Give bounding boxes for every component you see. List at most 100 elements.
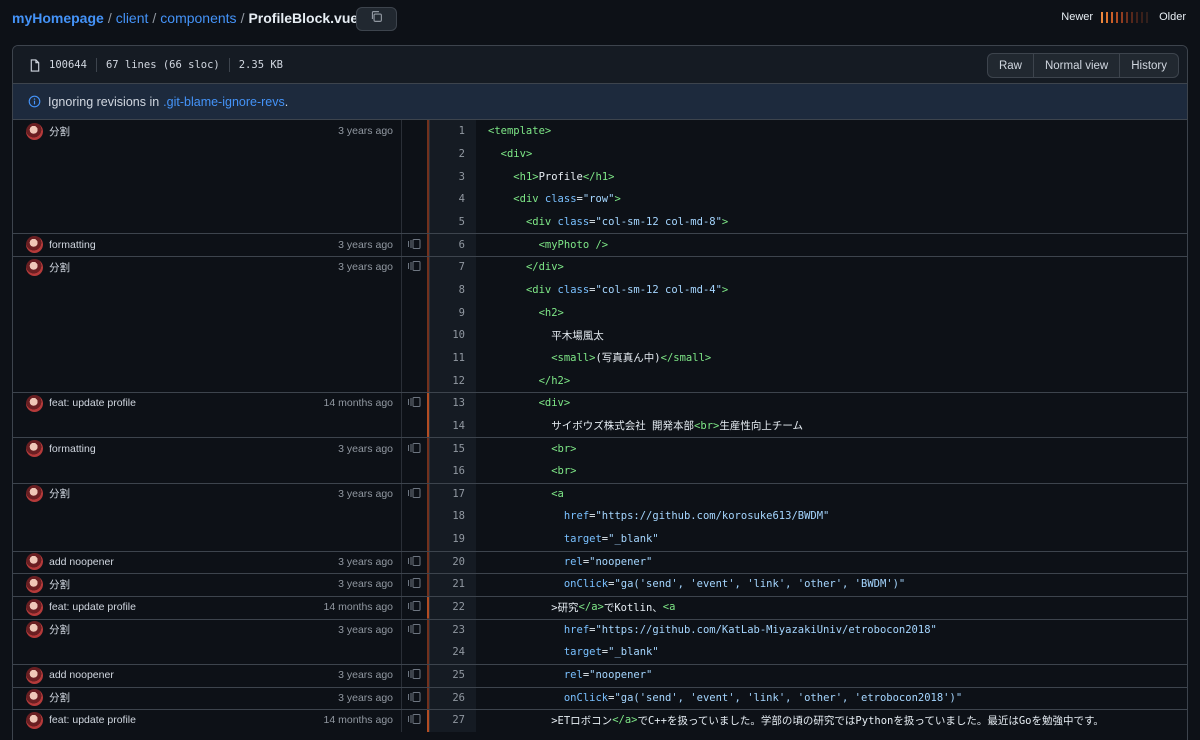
breadcrumb-client-link[interactable]: client	[116, 9, 149, 27]
line-number[interactable]: 16	[429, 459, 476, 483]
reblame-icon[interactable]	[408, 440, 421, 458]
commit-info: feat: update profile 14 months ago	[13, 392, 401, 415]
breadcrumb-separator: /	[152, 10, 157, 26]
avatar[interactable]	[26, 689, 43, 707]
legend-color-swatch	[1141, 11, 1144, 23]
line-number[interactable]: 5	[429, 210, 476, 234]
commit-message-link[interactable]: formatting	[49, 443, 338, 455]
avatar[interactable]	[26, 394, 43, 412]
reblame-icon[interactable]	[408, 485, 421, 503]
line-number[interactable]: 15	[429, 437, 476, 460]
line-number[interactable]: 13	[429, 391, 476, 415]
line-number[interactable]: 11	[429, 346, 476, 370]
code-token: <myPhoto />	[538, 238, 609, 251]
raw-button[interactable]: Raw	[988, 54, 1034, 77]
avatar[interactable]	[26, 598, 43, 616]
line-number[interactable]: 12	[429, 369, 476, 392]
breadcrumb-components-link[interactable]: components	[160, 9, 236, 27]
commit-message-link[interactable]: feat: update profile	[49, 601, 324, 613]
line-number[interactable]: 9	[429, 301, 476, 324]
commit-message-link[interactable]: 分割	[49, 577, 338, 592]
avatar[interactable]	[26, 666, 43, 684]
blame-row: 10 平木場風太	[13, 323, 1187, 347]
commit-age: 3 years ago	[338, 555, 393, 568]
avatar[interactable]	[26, 575, 43, 593]
line-number[interactable]: 4	[429, 187, 476, 211]
commit-message-link[interactable]: 分割	[49, 622, 338, 637]
commit-cell	[13, 347, 401, 370]
line-number[interactable]: 1	[429, 120, 476, 143]
reblame-icon[interactable]	[408, 621, 421, 639]
avatar[interactable]	[26, 122, 43, 140]
copy-path-button[interactable]	[356, 7, 397, 31]
commit-message-link[interactable]: 分割	[49, 260, 338, 275]
reblame-cell	[401, 120, 427, 143]
commit-message-link[interactable]: add noopener	[49, 556, 338, 568]
normal-view-button[interactable]: Normal view	[1034, 54, 1121, 77]
line-number[interactable]: 18	[429, 505, 476, 528]
avatar[interactable]	[26, 485, 43, 503]
commit-cell: 分割 3 years ago	[13, 573, 401, 596]
code-token: <br>	[694, 419, 720, 432]
code-token: </h1>	[582, 170, 615, 183]
commit-message-link[interactable]: add noopener	[49, 669, 338, 681]
code-line: 平木場風太	[476, 324, 1187, 347]
commit-message-link[interactable]: feat: update profile	[49, 397, 324, 409]
line-number[interactable]: 22	[429, 595, 476, 619]
commit-cell: feat: update profile 14 months ago	[13, 709, 401, 732]
reblame-icon[interactable]	[408, 236, 421, 254]
commit-age: 14 months ago	[323, 397, 393, 410]
commit-message-link[interactable]: 分割	[49, 486, 338, 501]
line-number[interactable]: 26	[429, 686, 476, 710]
reblame-icon[interactable]	[408, 575, 421, 593]
breadcrumb-repo-link[interactable]: myHomepage	[12, 9, 104, 27]
reblame-icon[interactable]	[408, 258, 421, 276]
line-number[interactable]: 7	[429, 255, 476, 279]
avatar[interactable]	[26, 711, 43, 729]
line-number[interactable]: 2	[429, 142, 476, 166]
commit-message-link[interactable]: 分割	[49, 124, 338, 139]
reblame-icon[interactable]	[408, 711, 421, 729]
avatar[interactable]	[26, 440, 43, 458]
avatar[interactable]	[26, 621, 43, 639]
avatar[interactable]	[26, 236, 43, 254]
blame-row: 14 サイボウズ株式会社 開発本部 <br> 生産性向上チーム	[13, 414, 1187, 438]
line-number[interactable]: 8	[429, 278, 476, 302]
reblame-icon[interactable]	[408, 689, 421, 707]
reblame-icon[interactable]	[408, 598, 421, 616]
line-number[interactable]: 17	[429, 482, 476, 506]
line-number[interactable]: 27	[429, 709, 476, 732]
blame-row: 8 <div class = "col-sm-12 col-md-4" >	[13, 278, 1187, 302]
ignore-revs-link[interactable]: .git-blame-ignore-revs	[163, 95, 285, 109]
blame-row: 分割 3 years ago 7 </div>	[13, 255, 1187, 279]
line-number[interactable]: 23	[429, 618, 476, 642]
breadcrumb: myHomepage / client / components / Profi…	[12, 9, 358, 27]
avatar[interactable]	[26, 258, 43, 276]
code-line: <div class = "col-sm-12 col-md-4" >	[476, 279, 1187, 302]
avatar[interactable]	[26, 553, 43, 571]
commit-message-link[interactable]: 分割	[49, 690, 338, 705]
blame-row: 16 <br>	[13, 459, 1187, 483]
line-number[interactable]: 3	[429, 165, 476, 188]
blame-row: 12 </h2>	[13, 369, 1187, 392]
line-number[interactable]: 6	[429, 233, 476, 256]
reblame-icon[interactable]	[408, 666, 421, 684]
commit-message-link[interactable]: feat: update profile	[49, 714, 324, 726]
line-number[interactable]: 21	[429, 573, 476, 596]
line-number[interactable]: 10	[429, 323, 476, 347]
reblame-cell	[401, 686, 427, 710]
line-number[interactable]: 25	[429, 663, 476, 687]
code-line: onClick = "ga('send', 'event', 'link', 'ot…	[476, 573, 1187, 596]
history-button[interactable]: History	[1120, 54, 1178, 77]
blame-row: 分割 3 years ago 26 onClick = "ga('send', 'eve…	[13, 686, 1187, 710]
line-number[interactable]: 19	[429, 527, 476, 551]
line-number[interactable]: 20	[429, 550, 476, 574]
commit-message-link[interactable]: formatting	[49, 239, 338, 251]
reblame-icon[interactable]	[408, 394, 421, 412]
reblame-icon[interactable]	[408, 553, 421, 571]
line-number[interactable]: 24	[429, 641, 476, 664]
line-number[interactable]: 14	[429, 414, 476, 438]
